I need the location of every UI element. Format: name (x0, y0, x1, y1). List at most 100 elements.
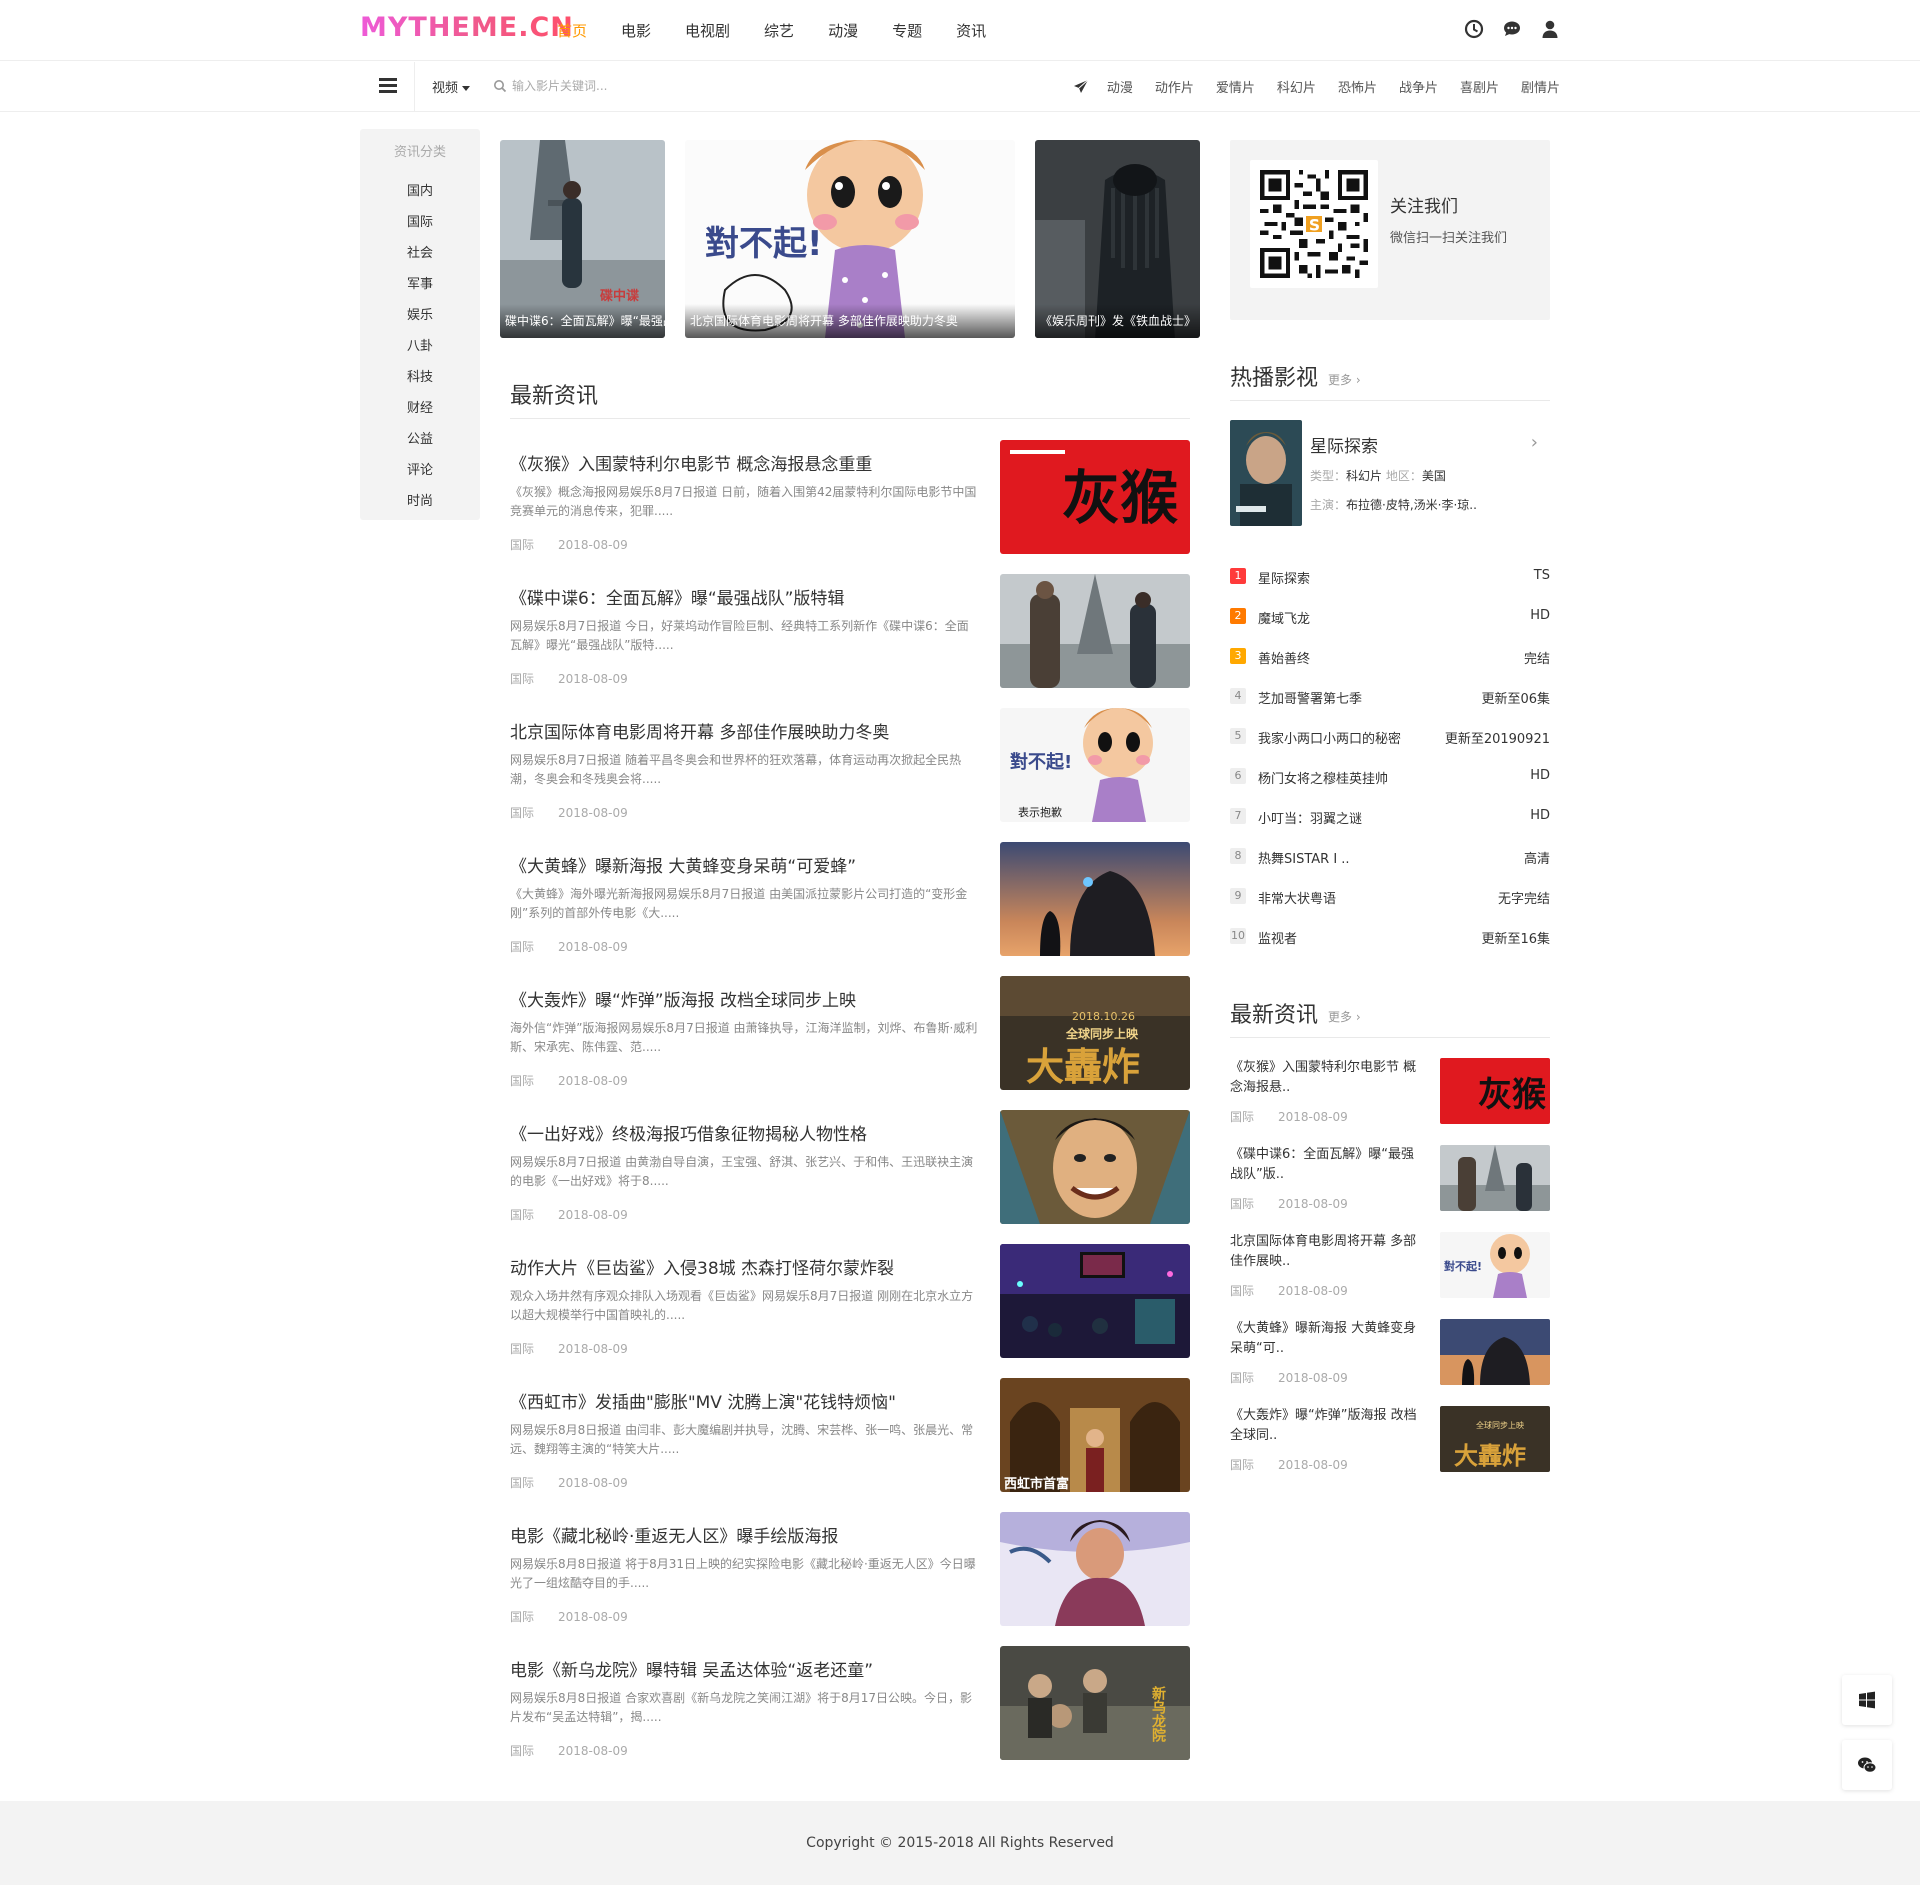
ranking-item[interactable]: 10 监视者 更新至16集 (1230, 916, 1550, 956)
nav-item-anime[interactable]: 动漫 (828, 20, 858, 41)
menu-icon[interactable] (379, 78, 397, 94)
windows-icon[interactable] (1842, 1675, 1892, 1725)
movie-poster[interactable] (1230, 420, 1302, 526)
side-news-thumbnail[interactable]: 灰猴 (1440, 1058, 1550, 1124)
side-news-item[interactable]: 北京国际体育电影周将开幕 多部佳作展映.. 国际 2018-08-09 對不起! (1230, 1232, 1550, 1312)
hot-tag[interactable]: 科幻片 (1277, 77, 1316, 96)
hot-tag[interactable]: 剧情片 (1521, 77, 1560, 96)
category-item[interactable]: 八卦 (360, 331, 480, 362)
hot-tag[interactable]: 恐怖片 (1338, 77, 1377, 96)
news-item[interactable]: 《灰猴》入围蒙特利尔电影节 概念海报悬念重重 《灰猴》概念海报网易娱乐8月7日报… (510, 440, 1190, 556)
hot-tag[interactable]: 喜剧片 (1460, 77, 1499, 96)
ranking-item[interactable]: 6 杨门女将之穆桂英挂帅 HD (1230, 756, 1550, 796)
news-title[interactable]: 《碟中谍6：全面瓦解》曝“最强战队”版特辑 (510, 584, 1000, 609)
nav-item-topic[interactable]: 专题 (892, 20, 922, 41)
movie-name[interactable]: 星际探索 (1310, 432, 1378, 457)
rank-name[interactable]: 热舞SISTAR I .. (1258, 848, 1350, 867)
news-item[interactable]: 北京国际体育电影周将开幕 多部佳作展映助力冬奥 网易娱乐8月7日报道 随着平昌冬… (510, 708, 1190, 824)
category-item[interactable]: 公益 (360, 424, 480, 455)
rank-name[interactable]: 监视者 (1258, 928, 1297, 947)
ranking-item[interactable]: 2 魔域飞龙 HD (1230, 596, 1550, 636)
news-title[interactable]: 电影《新乌龙院》曝特辑 吴孟达体验“返老还童” (510, 1656, 1000, 1681)
category-item[interactable]: 军事 (360, 269, 480, 300)
rank-name[interactable]: 非常大状粤语 (1258, 888, 1336, 907)
clock-icon[interactable] (1464, 19, 1484, 39)
category-item[interactable]: 国际 (360, 207, 480, 238)
category-item[interactable]: 国内 (360, 176, 480, 207)
news-thumbnail[interactable] (1000, 842, 1190, 956)
news-thumbnail[interactable]: 西虹市首富 (1000, 1378, 1190, 1492)
hot-top-movie[interactable]: 星际探索 › 类型：科幻片 地区：美国 主演：布拉德·皮特,汤米·李·琼.. (1230, 420, 1550, 530)
news-thumbnail[interactable] (1000, 1512, 1190, 1626)
news-title[interactable]: 电影《藏北秘岭·重返无人区》曝手绘版海报 (510, 1522, 1000, 1547)
search-category-select[interactable]: 视频 (432, 77, 471, 96)
site-logo[interactable]: MYTHEME.CN (360, 12, 574, 43)
news-thumbnail[interactable] (1000, 1244, 1190, 1358)
category-item[interactable]: 科技 (360, 362, 480, 393)
hot-tag[interactable]: 动作片 (1155, 77, 1194, 96)
news-title[interactable]: 《大轰炸》曝“炸弹”版海报 改档全球同步上映 (510, 986, 1000, 1011)
side-news-thumbnail[interactable]: 全球同步上映 大轟炸 (1440, 1406, 1550, 1472)
hot-tag[interactable]: 爱情片 (1216, 77, 1255, 96)
nav-item-tv[interactable]: 电视剧 (685, 20, 730, 41)
ranking-item[interactable]: 8 热舞SISTAR I .. 高清 (1230, 836, 1550, 876)
news-thumbnail[interactable] (1000, 1110, 1190, 1224)
side-news-thumbnail[interactable] (1440, 1145, 1550, 1211)
nav-item-news[interactable]: 资讯 (956, 20, 986, 41)
side-news-title[interactable]: 《碟中谍6：全面瓦解》曝“最强战队”版.. (1230, 1145, 1420, 1185)
side-news-title[interactable]: 《大轰炸》曝“炸弹”版海报 改档全球同.. (1230, 1406, 1420, 1446)
carousel-slide[interactable]: 碟中谍 碟中谍6：全面瓦解》曝“最强战队”版特辑 (500, 140, 665, 338)
category-item[interactable]: 财经 (360, 393, 480, 424)
news-thumbnail[interactable] (1000, 574, 1190, 688)
side-news-title[interactable]: 《大黄蜂》曝新海报 大黄蜂变身呆萌“可.. (1230, 1319, 1420, 1359)
news-item[interactable]: 《一出好戏》终极海报巧借象征物揭秘人物性格 网易娱乐8月7日报道 由黄渤自导自演… (510, 1110, 1190, 1226)
side-news-thumbnail[interactable] (1440, 1319, 1550, 1385)
more-link[interactable]: 更多 › (1328, 373, 1361, 387)
message-icon[interactable] (1502, 19, 1522, 39)
carousel-slide[interactable]: 《娱乐周刊》发《铁血战士》 (1035, 140, 1200, 338)
side-news-title[interactable]: 《灰猴》入围蒙特利尔电影节 概念海报悬.. (1230, 1058, 1420, 1098)
search-icon[interactable] (493, 79, 507, 93)
news-item[interactable]: 电影《藏北秘岭·重返无人区》曝手绘版海报 网易娱乐8月8日报道 将于8月31日上… (510, 1512, 1190, 1628)
side-news-title[interactable]: 北京国际体育电影周将开幕 多部佳作展映.. (1230, 1232, 1420, 1272)
side-news-item[interactable]: 《大轰炸》曝“炸弹”版海报 改档全球同.. 国际 2018-08-09 全球同步上… (1230, 1406, 1550, 1486)
search-input[interactable] (512, 73, 812, 99)
ranking-item[interactable]: 3 善始善终 完结 (1230, 636, 1550, 676)
rank-name[interactable]: 善始善终 (1258, 648, 1310, 667)
category-item[interactable]: 社会 (360, 238, 480, 269)
nav-item-home[interactable]: 首页 (557, 20, 587, 41)
rank-name[interactable]: 我家小两口小两口的秘密 (1258, 728, 1401, 747)
side-news-item[interactable]: 《大黄蜂》曝新海报 大黄蜂变身呆萌“可.. 国际 2018-08-09 (1230, 1319, 1550, 1399)
news-title[interactable]: 《西虹市》发插曲"膨胀"MV 沈腾上演"花钱特烦恼" (510, 1388, 1000, 1413)
news-thumbnail[interactable]: 2018.10.26 全球同步上映 大轟炸 (1000, 976, 1190, 1090)
news-title[interactable]: 北京国际体育电影周将开幕 多部佳作展映助力冬奥 (510, 718, 1000, 743)
news-item[interactable]: 电影《新乌龙院》曝特辑 吴孟达体验“返老还童” 网易娱乐8月8日报道 合家欢喜剧… (510, 1646, 1190, 1762)
rank-name[interactable]: 小叮当：羽翼之谜 (1258, 808, 1362, 827)
nav-item-movie[interactable]: 电影 (621, 20, 651, 41)
news-thumbnail[interactable]: 灰猴 (1000, 440, 1190, 554)
side-news-item[interactable]: 《碟中谍6：全面瓦解》曝“最强战队”版.. 国际 2018-08-09 (1230, 1145, 1550, 1225)
news-title[interactable]: 《大黄蜂》曝新海报 大黄蜂变身呆萌“可爱蜂” (510, 852, 1000, 877)
news-title[interactable]: 动作大片《巨齿鲨》入侵38城 杰森打怪荷尔蒙炸裂 (510, 1254, 1000, 1279)
news-title[interactable]: 《一出好戏》终极海报巧借象征物揭秘人物性格 (510, 1120, 1000, 1145)
rank-name[interactable]: 魔域飞龙 (1258, 608, 1310, 627)
category-item[interactable]: 时尚 (360, 486, 480, 517)
chevron-right-icon[interactable]: › (1531, 432, 1538, 453)
news-item[interactable]: 《大轰炸》曝“炸弹”版海报 改档全球同步上映 海外信“炸弹”版海报网易娱乐8月7… (510, 976, 1190, 1092)
hot-tag[interactable]: 动漫 (1107, 77, 1133, 96)
user-icon[interactable] (1540, 19, 1560, 39)
rank-name[interactable]: 芝加哥警署第七季 (1258, 688, 1362, 707)
category-item[interactable]: 评论 (360, 455, 480, 486)
ranking-item[interactable]: 1 星际探索 TS (1230, 556, 1550, 596)
news-item[interactable]: 《碟中谍6：全面瓦解》曝“最强战队”版特辑 网易娱乐8月7日报道 今日，好莱坞动… (510, 574, 1190, 690)
category-item[interactable]: 娱乐 (360, 300, 480, 331)
hot-tag[interactable]: 战争片 (1399, 77, 1438, 96)
side-news-item[interactable]: 《灰猴》入围蒙特利尔电影节 概念海报悬.. 国际 2018-08-09 灰猴 (1230, 1058, 1550, 1138)
ranking-item[interactable]: 7 小叮当：羽翼之谜 HD (1230, 796, 1550, 836)
rank-name[interactable]: 星际探索 (1258, 568, 1310, 587)
news-thumbnail[interactable]: 對不起! 表示抱歉 (1000, 708, 1190, 822)
news-item[interactable]: 《大黄蜂》曝新海报 大黄蜂变身呆萌“可爱蜂” 《大黄蜂》海外曝光新海报网易娱乐8… (510, 842, 1190, 958)
ranking-item[interactable]: 4 芝加哥警署第七季 更新至06集 (1230, 676, 1550, 716)
side-news-thumbnail[interactable]: 對不起! (1440, 1232, 1550, 1298)
ranking-item[interactable]: 5 我家小两口小两口的秘密 更新至20190921 (1230, 716, 1550, 756)
